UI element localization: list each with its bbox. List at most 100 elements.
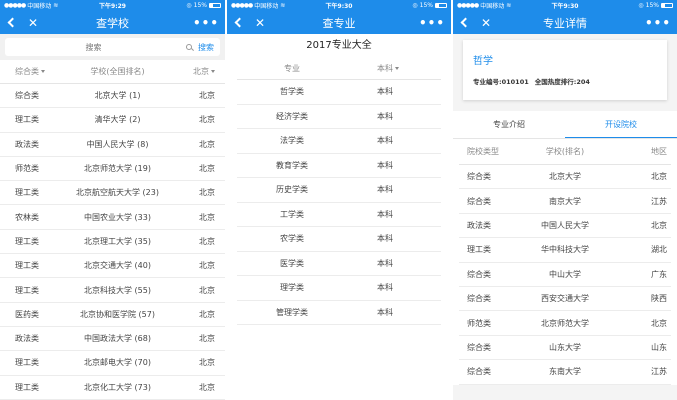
table-row[interactable]: 管理学类 本科 [237, 301, 441, 325]
table-row[interactable]: 理工类 清华大学 (2) 北京 [0, 108, 225, 133]
cell-type: 理工类 [15, 115, 39, 125]
close-icon: ✕ [27, 15, 39, 30]
wifi-icon: ≋ [280, 2, 286, 9]
cell-major: 医学类 [280, 258, 304, 268]
cell-major: 法学类 [280, 136, 304, 146]
header-region: 地区 [651, 147, 667, 156]
cell-region: 陕西 [651, 294, 667, 304]
cell-school: 北京交通大学 (40) [84, 261, 151, 271]
table-row[interactable]: 工学类 本科 [237, 203, 441, 227]
table-row[interactable]: 综合类 北京大学 北京 [459, 165, 671, 190]
carrier-label: 中国移动 [480, 3, 505, 10]
cell-region: 北京 [199, 91, 215, 101]
table-row[interactable]: 历史学类 本科 [237, 178, 441, 203]
table-row[interactable]: 综合类 西安交通大学 陕西 [459, 287, 671, 312]
cell-region: 北京 [199, 382, 215, 392]
carrier-label: 中国移动 [254, 3, 279, 10]
back-button[interactable] [0, 11, 22, 34]
filter-type[interactable]: 综合类 [0, 66, 50, 77]
filter-level[interactable]: 本科 [347, 63, 441, 74]
table-row[interactable]: 综合类 东南大学 江苏 [459, 360, 671, 385]
cell-type: 综合类 [467, 342, 491, 352]
tab-offering-schools[interactable]: 开设院校 [565, 111, 677, 138]
cell-region: 山东 [651, 342, 667, 352]
cell-type: 综合类 [15, 91, 39, 101]
cell-school: 北京大学 (1) [94, 91, 141, 101]
table-row[interactable]: 农学类 本科 [237, 227, 441, 252]
search-bar: 搜索 [0, 34, 225, 60]
table-row[interactable]: 政法类 中国政法大学 (68) 北京 [0, 327, 225, 352]
table-row[interactable]: 政法类 中国人民大学 (8) 北京 [0, 133, 225, 157]
table-row[interactable]: 医学类 本科 [237, 252, 441, 276]
cell-school: 中国农业大学 (33) [84, 212, 151, 222]
close-button[interactable]: ✕ [22, 11, 44, 34]
table-header: 院校类型 学校(排名) 地区 [459, 139, 671, 165]
cell-type: 医药类 [15, 309, 39, 319]
battery-label: 15% [419, 2, 433, 9]
table-row[interactable]: 综合类 山东大学 山东 [459, 336, 671, 361]
battery-label: 15% [193, 2, 207, 9]
table-row[interactable]: 师范类 北京师范大学 (19) 北京 [0, 157, 225, 182]
table-row[interactable]: 医药类 北京协和医学院 (57) 北京 [0, 303, 225, 327]
carrier-label: 中国移动 [27, 3, 52, 10]
table-row[interactable]: 农林类 中国农业大学 (33) 北京 [0, 205, 225, 230]
cell-school: 中国人民大学 [541, 220, 589, 230]
tab-major-intro[interactable]: 专业介绍 [453, 111, 565, 138]
close-button[interactable]: ✕ [249, 11, 271, 34]
table-row[interactable]: 理工类 华中科技大学 湖北 [459, 238, 671, 263]
more-button[interactable]: ••• [419, 11, 445, 34]
cell-school: 中国政法大学 (68) [84, 334, 151, 344]
offering-school-list: 院校类型 学校(排名) 地区 综合类 北京大学 北京 综合类 南京大学 江苏 政法类 中国人民… [453, 139, 677, 385]
table-row[interactable]: 综合类 中山大学 广东 [459, 263, 671, 287]
nav-bar: ✕ 专业详情 ••• [453, 11, 677, 34]
cell-type: 师范类 [15, 164, 39, 174]
table-row[interactable]: 理工类 北京科技大学 (55) 北京 [0, 278, 225, 303]
cell-region: 北京 [651, 220, 667, 230]
cell-region: 广东 [651, 269, 667, 279]
cell-major: 理学类 [280, 283, 304, 293]
cell-school: 北京理工大学 (35) [84, 236, 151, 246]
table-row[interactable]: 法学类 本科 [237, 129, 441, 154]
major-name: 哲学 [473, 56, 493, 67]
filter-region[interactable]: 北京 [185, 66, 225, 77]
table-row[interactable]: 哲学类 本科 [237, 80, 441, 105]
battery-icon [661, 3, 673, 8]
more-icon: ••• [418, 15, 445, 30]
table-row[interactable]: 教育学类 本科 [237, 154, 441, 178]
major-list: 哲学类 本科 经济学类 本科 法学类 本科 教育学类 本科 历史学类 本科 工学类 本科 农学类 本科 医学… [227, 80, 451, 325]
more-icon: ••• [192, 15, 219, 30]
close-button[interactable]: ✕ [475, 11, 497, 34]
back-button[interactable] [453, 11, 475, 34]
search-icon[interactable] [182, 44, 196, 50]
table-row[interactable]: 综合类 北京大学 (1) 北京 [0, 84, 225, 109]
dropdown-icon [211, 70, 215, 73]
signal-icon: ●●●●● [457, 2, 479, 9]
table-row[interactable]: 理工类 北京航空航天大学 (23) 北京 [0, 181, 225, 206]
cell-region: 北京 [199, 334, 215, 344]
wifi-icon: ≋ [506, 2, 512, 9]
table-row[interactable]: 理工类 北京理工大学 (35) 北京 [0, 230, 225, 255]
table-row[interactable]: 综合类 南京大学 江苏 [459, 189, 671, 214]
more-button[interactable]: ••• [645, 11, 671, 34]
cell-level: 本科 [377, 136, 393, 146]
table-row[interactable]: 师范类 北京师范大学 北京 [459, 311, 671, 336]
table-row[interactable]: 理学类 本科 [237, 276, 441, 301]
cell-major: 工学类 [280, 209, 304, 219]
more-button[interactable]: ••• [193, 11, 219, 34]
cell-school: 北京师范大学 [541, 318, 589, 328]
search-input[interactable] [5, 42, 182, 52]
table-row[interactable]: 政法类 中国人民大学 北京 [459, 214, 671, 239]
table-row[interactable]: 经济学类 本科 [237, 105, 441, 129]
table-header: 综合类 学校(全国排名) 北京 [0, 60, 225, 84]
major-rank: 全国热度排行:204 [534, 78, 590, 86]
dropdown-icon [41, 70, 45, 73]
cell-school: 北京协和医学院 (57) [80, 309, 155, 319]
table-row[interactable]: 理工类 北京交通大学 (40) 北京 [0, 254, 225, 279]
table-row[interactable]: 理工类 北京邮电大学 (70) 北京 [0, 351, 225, 376]
cell-region: 湖北 [651, 245, 667, 255]
back-button[interactable] [227, 11, 249, 34]
cell-school: 北京航空航天大学 (23) [76, 188, 159, 198]
cell-region: 江苏 [651, 196, 667, 206]
table-row[interactable]: 理工类 北京化工大学 (73) 北京 [0, 376, 225, 400]
search-button[interactable]: 搜索 [196, 42, 220, 53]
